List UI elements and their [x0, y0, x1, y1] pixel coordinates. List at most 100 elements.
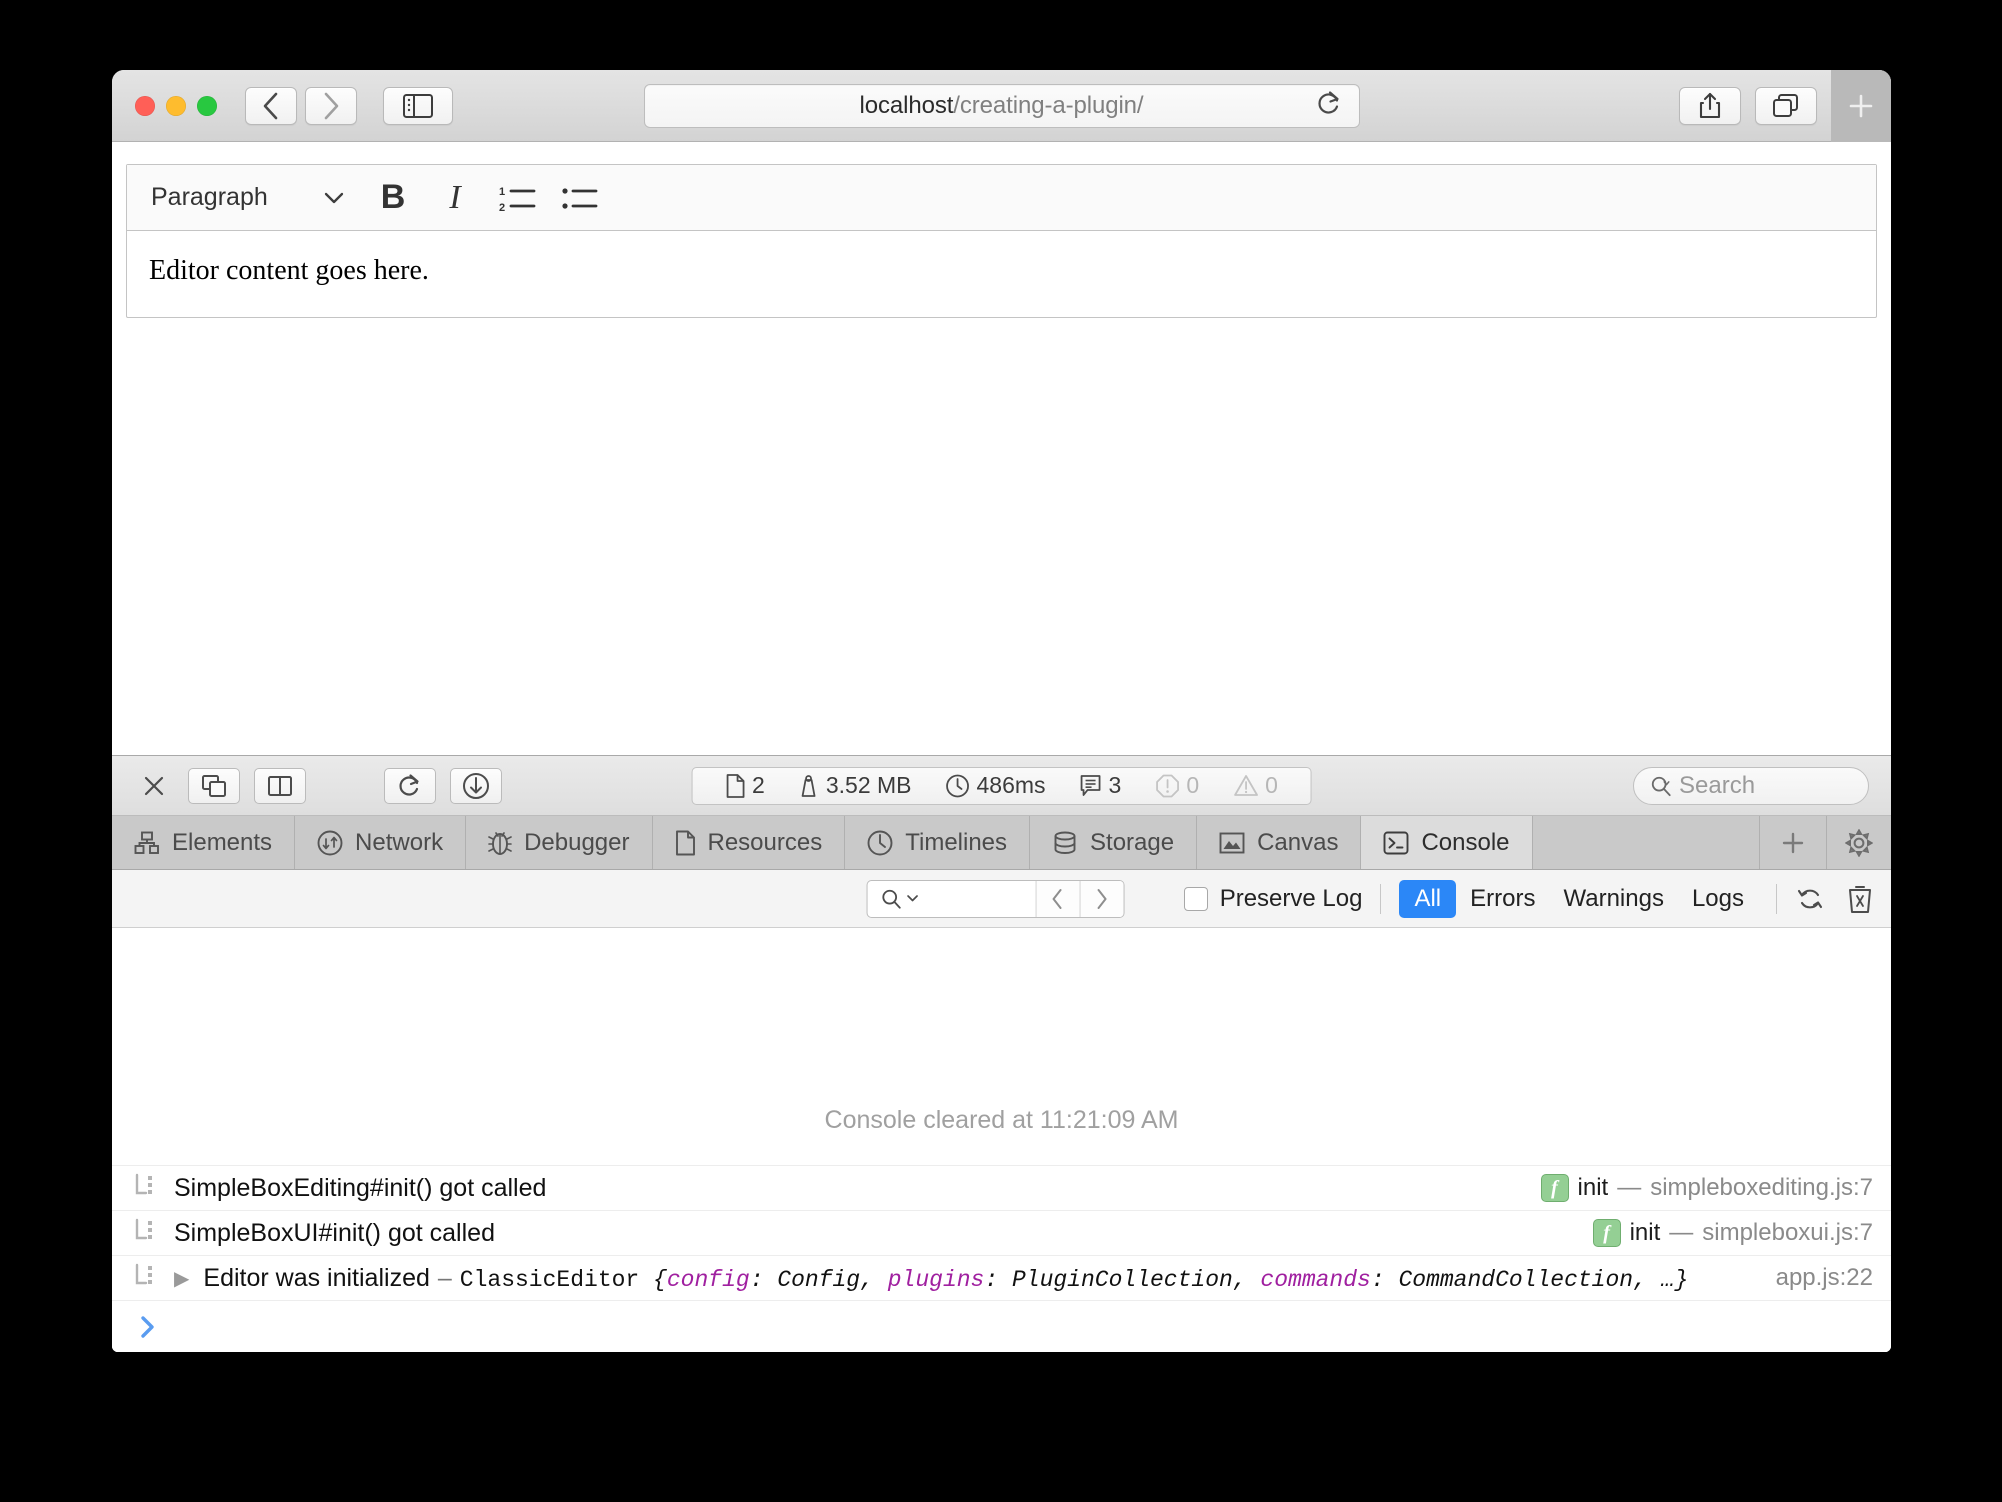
object-prop-key: plugins: [887, 1266, 985, 1293]
bulleted-list-button[interactable]: [551, 174, 607, 222]
tab-resources[interactable]: Resources: [652, 816, 846, 869]
timelines-icon: [867, 830, 893, 856]
console-message-source[interactable]: app.js:22: [1752, 1264, 1873, 1292]
filter-warnings-button[interactable]: Warnings: [1549, 880, 1677, 918]
stat-warnings[interactable]: 0: [1216, 772, 1295, 799]
paragraph-style-dropdown[interactable]: Paragraph: [145, 176, 359, 220]
url-field[interactable]: localhost/creating-a-plugin/: [643, 83, 1360, 128]
source-file-link[interactable]: app.js:22: [1776, 1264, 1873, 1292]
stat-errors[interactable]: 0: [1138, 772, 1216, 799]
filter-logs-button[interactable]: Logs: [1678, 880, 1758, 918]
console-cleared-notice: Console cleared at 11:21:09 AM: [824, 1106, 1179, 1134]
console-find-field[interactable]: [866, 879, 1125, 918]
console-message-list: Console cleared at 11:21:09 AM SimpleBox…: [112, 928, 1891, 1352]
close-inspector-button[interactable]: [134, 768, 174, 804]
console-filter-bar: Preserve Log All Errors Warnings Logs: [112, 870, 1891, 928]
web-page-content: Paragraph B I 1 2 Editor content goes he…: [112, 142, 1891, 755]
error-icon: [1155, 774, 1179, 797]
reload-button[interactable]: [1316, 89, 1342, 122]
maximize-window-button[interactable]: [197, 95, 217, 116]
debugger-icon: [488, 830, 512, 856]
find-previous-button[interactable]: [1035, 880, 1080, 917]
new-tab-button[interactable]: [1831, 70, 1891, 142]
share-button[interactable]: [1679, 86, 1741, 125]
dock-side-button[interactable]: [254, 767, 306, 804]
svg-text:2: 2: [499, 202, 505, 214]
url-path: /creating-a-plugin/: [953, 91, 1144, 119]
tab-console-label: Console: [1421, 828, 1510, 856]
log-level-icon: [134, 1173, 160, 1204]
tab-overview-button[interactable]: [1755, 86, 1817, 125]
find-next-button[interactable]: [1079, 880, 1124, 917]
minimize-window-button[interactable]: [166, 95, 186, 116]
filter-all-button[interactable]: All: [1399, 879, 1457, 918]
tab-storage[interactable]: Storage: [1030, 816, 1198, 869]
tab-debugger[interactable]: Debugger: [466, 816, 653, 869]
italic-button[interactable]: I: [427, 174, 483, 222]
stat-size-value: 3.52 MB: [825, 772, 912, 798]
plus-icon: [1849, 94, 1873, 117]
source-file-link[interactable]: simpleboxediting.js:7: [1650, 1174, 1873, 1202]
console-refresh-button[interactable]: [1795, 884, 1825, 914]
chevron-down-icon: [323, 183, 345, 212]
add-tab-button[interactable]: [1759, 816, 1826, 869]
navigation-buttons: [245, 86, 357, 125]
tab-console[interactable]: Console: [1361, 816, 1533, 869]
tab-canvas[interactable]: Canvas: [1197, 816, 1362, 869]
download-button[interactable]: [450, 767, 502, 804]
canvas-icon: [1219, 832, 1245, 854]
inspector-search-input[interactable]: Search: [1633, 766, 1869, 805]
editor-content-area[interactable]: Editor content goes here.: [127, 231, 1876, 317]
editor-paragraph: Editor content goes here.: [149, 255, 429, 286]
preserve-log-toggle[interactable]: Preserve Log: [1183, 884, 1363, 913]
forward-button[interactable]: [305, 86, 357, 125]
web-inspector: 2 3.52 MB 486ms 3 0 0 Search Elements Ne…: [112, 755, 1891, 1352]
inspector-settings-button[interactable]: [1826, 816, 1891, 869]
tab-elements[interactable]: Elements: [112, 816, 296, 869]
tab-canvas-label: Canvas: [1257, 828, 1339, 856]
chevron-right-icon: [1097, 888, 1107, 909]
stat-messages[interactable]: 3: [1063, 772, 1139, 799]
log-level-icon: [134, 1218, 160, 1249]
tab-bar-extra-controls: [1759, 816, 1891, 869]
clear-console-button[interactable]: [1847, 884, 1873, 914]
console-message-label: Editor was initialized: [203, 1263, 430, 1292]
reload-page-button[interactable]: [384, 767, 436, 804]
numbered-list-button[interactable]: 1 2: [489, 174, 545, 222]
disclosure-triangle-icon[interactable]: ▶: [174, 1266, 189, 1291]
chevron-right-icon: [324, 92, 339, 119]
object-prop-value: CommandCollection: [1398, 1266, 1634, 1293]
filter-errors-button[interactable]: Errors: [1456, 880, 1549, 918]
preserve-log-checkbox[interactable]: [1183, 886, 1208, 911]
stat-size[interactable]: 3.52 MB: [782, 772, 929, 799]
tab-network[interactable]: Network: [295, 816, 467, 869]
stat-time[interactable]: 486ms: [929, 772, 1063, 799]
stat-messages-value: 3: [1108, 772, 1122, 798]
console-message-row[interactable]: SimpleBoxUI#init() got called f init — s…: [112, 1210, 1891, 1255]
preserve-log-label: Preserve Log: [1219, 884, 1363, 912]
console-message-source[interactable]: f init — simpleboxediting.js:7: [1517, 1174, 1873, 1202]
console-message-source[interactable]: f init — simpleboxui.js:7: [1569, 1219, 1873, 1247]
bold-button[interactable]: B: [365, 174, 421, 222]
undock-inspector-button[interactable]: [188, 767, 240, 804]
console-find-input[interactable]: [867, 881, 1035, 917]
show-sidebar-button[interactable]: [383, 86, 453, 125]
console-message-row[interactable]: ▶ Editor was initialized – ClassicEditor…: [112, 1255, 1891, 1300]
tab-timelines[interactable]: Timelines: [845, 816, 1031, 869]
bold-label: B: [380, 178, 406, 216]
console-message-row[interactable]: SimpleBoxEditing#init() got called f ini…: [112, 1165, 1891, 1210]
stat-resources[interactable]: 2: [708, 772, 782, 799]
close-window-button[interactable]: [135, 95, 155, 116]
object-prop-value: Config: [777, 1266, 861, 1293]
search-icon: [881, 889, 901, 909]
search-icon: [1651, 776, 1671, 796]
prompt-chevron-icon: [141, 1315, 154, 1338]
url-host: localhost: [859, 91, 954, 119]
tab-debugger-label: Debugger: [524, 828, 630, 856]
console-prompt[interactable]: [112, 1300, 1891, 1352]
back-button[interactable]: [245, 86, 297, 125]
stat-time-value: 486ms: [976, 772, 1046, 798]
object-prop-value: PluginCollection: [1011, 1266, 1233, 1293]
source-file-link[interactable]: simpleboxui.js:7: [1702, 1219, 1873, 1247]
console-message-text: Editor was initialized – ClassicEditor {…: [203, 1263, 1689, 1293]
